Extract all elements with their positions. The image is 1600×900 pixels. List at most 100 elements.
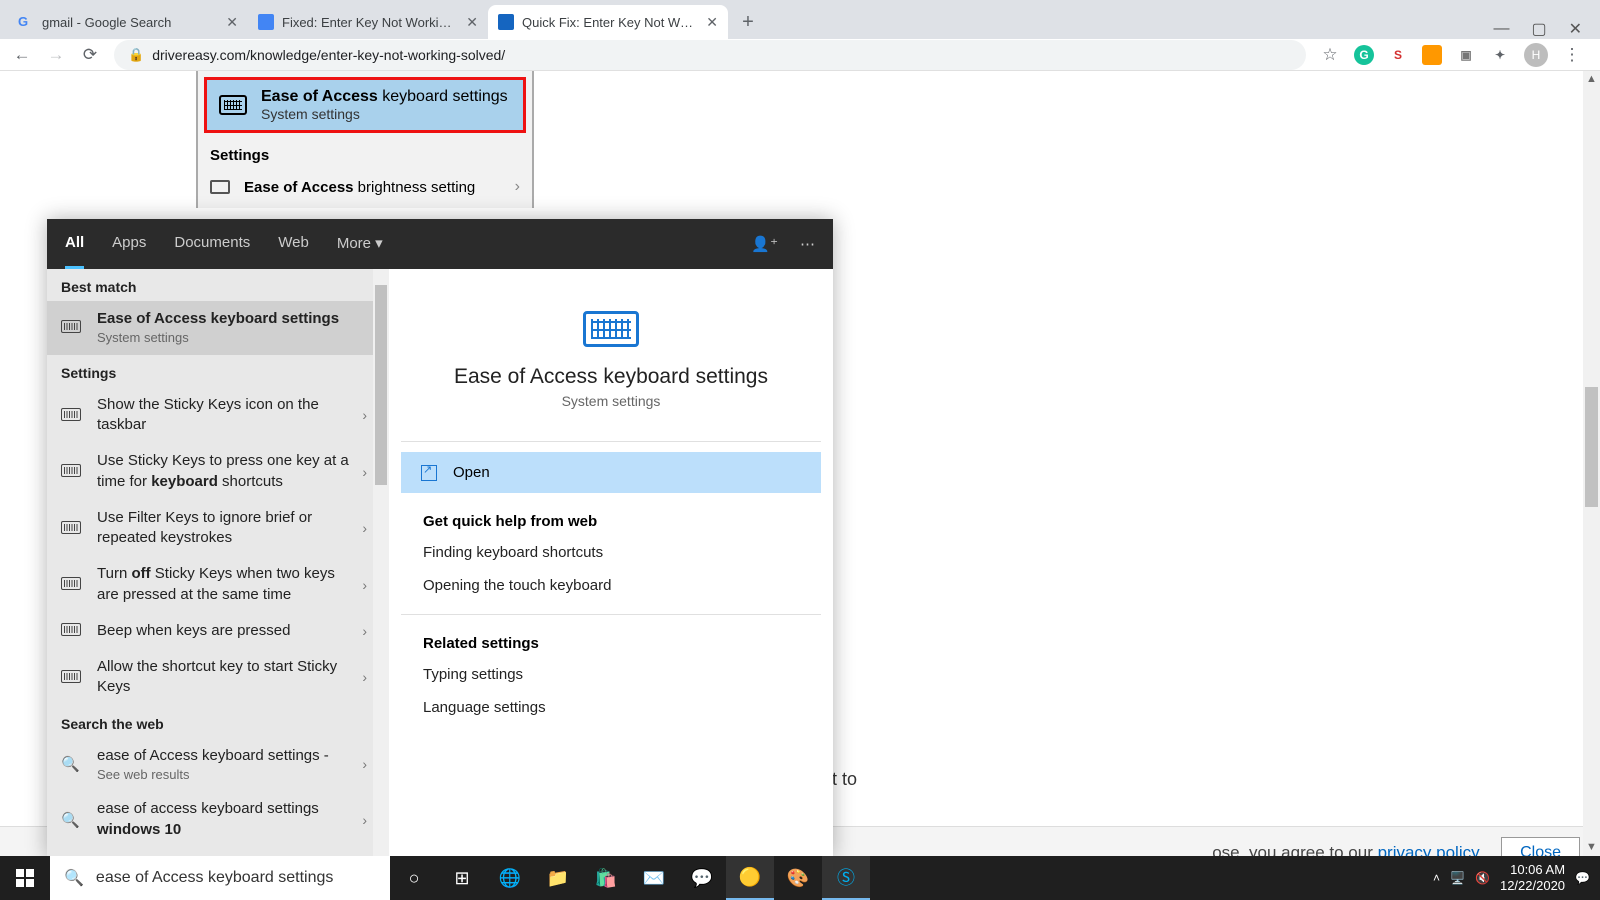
- clock[interactable]: 10:06 AM 12/22/2020: [1500, 862, 1565, 895]
- setting-item-3[interactable]: Turn off Sticky Keys when two keys are p…: [47, 556, 389, 613]
- result-title-rest: keyboard settings: [378, 88, 508, 105]
- highlighted-result: Ease of Access keyboard settings System …: [204, 77, 526, 133]
- filter-all[interactable]: All: [65, 219, 84, 269]
- best-match-item[interactable]: Ease of Access keyboard settings System …: [47, 301, 389, 355]
- feedback-icon[interactable]: 👤⁺: [751, 235, 778, 253]
- forward-icon[interactable]: →: [46, 45, 66, 65]
- ext-box-icon[interactable]: ▣: [1456, 45, 1476, 65]
- back-icon[interactable]: ←: [12, 45, 32, 65]
- taskbar: 🔍 ease of Access keyboard settings ○ ⊞ 🌐…: [0, 856, 1600, 900]
- setting-item-5[interactable]: Allow the shortcut key to start Sticky K…: [47, 649, 389, 706]
- setting-text: Beep when keys are pressed: [97, 621, 375, 641]
- setting-text: Allow the shortcut key to start Sticky K…: [97, 657, 375, 698]
- close-icon[interactable]: ✕: [706, 14, 718, 31]
- file-explorer-icon[interactable]: 📁: [534, 856, 582, 900]
- result-preview: Ease of Access keyboard settings System …: [389, 269, 833, 858]
- setting-text: Use Sticky Keys to press one key at a ti…: [97, 451, 375, 492]
- favicon-drivereasy: [498, 14, 514, 30]
- chevron-right-icon: ›: [362, 669, 367, 685]
- scroll-thumb[interactable]: [1585, 387, 1598, 507]
- chrome-icon[interactable]: 🟡: [726, 856, 774, 900]
- network-icon[interactable]: 🖥️: [1450, 871, 1465, 885]
- filter-documents[interactable]: Documents: [174, 219, 250, 269]
- results-list: Best match Ease of Access keyboard setti…: [47, 269, 389, 858]
- skype-icon[interactable]: Ⓢ: [822, 856, 870, 900]
- search-query-text: ease of Access keyboard settings: [96, 869, 333, 887]
- help-link-1[interactable]: Opening the touch keyboard: [401, 569, 821, 602]
- task-view-icon[interactable]: ⊞: [438, 856, 486, 900]
- extensions-icon[interactable]: ✦: [1490, 45, 1510, 65]
- filter-web[interactable]: Web: [278, 219, 309, 269]
- monitor-icon: [210, 180, 230, 194]
- chevron-right-icon: ›: [362, 623, 367, 639]
- start-button[interactable]: [0, 856, 50, 900]
- tab-docs[interactable]: Fixed: Enter Key Not Working On… ✕: [248, 5, 488, 39]
- taskbar-search-input[interactable]: 🔍 ease of Access keyboard settings: [50, 856, 390, 900]
- keyboard-icon: [219, 95, 247, 115]
- setting-text: Show the Sticky Keys icon on the taskbar: [97, 395, 375, 436]
- url-text: drivereasy.com/knowledge/enter-key-not-w…: [152, 47, 505, 63]
- menu-icon[interactable]: ⋮: [1562, 45, 1582, 65]
- row2-rest: brightness setting: [354, 179, 476, 196]
- keyboard-icon: [583, 311, 639, 347]
- window-controls: ― ▢ ✕: [1493, 19, 1600, 39]
- filter-apps[interactable]: Apps: [112, 219, 146, 269]
- store-icon[interactable]: 🛍️: [582, 856, 630, 900]
- scroll-up-icon[interactable]: ▲: [1583, 71, 1600, 88]
- chevron-right-icon: ›: [362, 520, 367, 536]
- new-tab-button[interactable]: +: [734, 8, 762, 36]
- tab-drivereasy[interactable]: Quick Fix: Enter Key Not Working… ✕: [488, 5, 728, 39]
- setting-item-0[interactable]: Show the Sticky Keys icon on the taskbar…: [47, 387, 389, 444]
- search-web-header: Search the web: [47, 706, 389, 738]
- omnibox[interactable]: 🔒 drivereasy.com/knowledge/enter-key-not…: [114, 40, 1306, 70]
- tray-expand-icon[interactable]: ˄: [1433, 871, 1440, 885]
- keyboard-icon: [61, 408, 81, 421]
- filter-more[interactable]: More ▾: [337, 219, 383, 269]
- open-button[interactable]: Open: [401, 452, 821, 493]
- taskbar-apps: ○ ⊞ 🌐 📁 🛍️ ✉️ 💬 🟡 🎨 Ⓢ: [390, 856, 870, 900]
- help-link-0[interactable]: Finding keyboard shortcuts: [401, 536, 821, 569]
- web-result-1[interactable]: 🔍ease of access keyboard settings window…: [47, 791, 389, 848]
- more-options-icon[interactable]: ⋯: [800, 235, 815, 253]
- chevron-right-icon: ›: [362, 577, 367, 593]
- close-window-icon[interactable]: ✕: [1569, 19, 1582, 39]
- close-icon[interactable]: ✕: [466, 14, 478, 31]
- scroll-down-icon[interactable]: ▼: [1583, 839, 1600, 856]
- preview-subtitle: System settings: [411, 393, 811, 409]
- scroll-thumb[interactable]: [375, 285, 387, 485]
- browser-chrome: G gmail - Google Search ✕ Fixed: Enter K…: [0, 0, 1600, 71]
- notifications-icon[interactable]: 💬: [1575, 871, 1590, 885]
- system-tray: ˄ 🖥️ 🔇 10:06 AM 12/22/2020 💬: [1423, 862, 1600, 895]
- open-label: Open: [453, 464, 490, 481]
- best-match-header: Best match: [47, 269, 389, 301]
- best-match-sub: System settings: [97, 329, 355, 347]
- tab-gmail[interactable]: G gmail - Google Search ✕: [8, 5, 248, 39]
- setting-item-4[interactable]: Beep when keys are pressed›: [47, 613, 389, 649]
- keyboard-icon: [61, 521, 81, 534]
- grammarly-icon[interactable]: G: [1354, 45, 1374, 65]
- reload-icon[interactable]: ⟳: [80, 45, 100, 65]
- related-link-1[interactable]: Language settings: [401, 691, 821, 724]
- mail-icon[interactable]: ✉️: [630, 856, 678, 900]
- star-icon[interactable]: ☆: [1320, 45, 1340, 65]
- page-scrollbar[interactable]: ▲ ▼: [1583, 71, 1600, 856]
- setting-item-2[interactable]: Use Filter Keys to ignore brief or repea…: [47, 500, 389, 557]
- cortana-icon[interactable]: ○: [390, 856, 438, 900]
- maximize-icon[interactable]: ▢: [1531, 19, 1546, 39]
- ext-bag-icon[interactable]: [1422, 45, 1442, 65]
- web-result-0[interactable]: 🔍ease of Access keyboard settings -See w…: [47, 738, 389, 792]
- profile-avatar[interactable]: H: [1524, 43, 1548, 67]
- chat-icon[interactable]: 💬: [678, 856, 726, 900]
- tab-title: gmail - Google Search: [42, 15, 218, 30]
- close-icon[interactable]: ✕: [226, 14, 238, 31]
- edge-icon[interactable]: 🌐: [486, 856, 534, 900]
- app-icon[interactable]: 🎨: [774, 856, 822, 900]
- ext-s-icon[interactable]: S: [1388, 45, 1408, 65]
- chevron-right-icon: ›: [362, 812, 367, 828]
- volume-icon[interactable]: 🔇: [1475, 871, 1490, 885]
- minimize-icon[interactable]: ―: [1493, 20, 1509, 38]
- results-scrollbar[interactable]: [373, 269, 389, 858]
- setting-item-1[interactable]: Use Sticky Keys to press one key at a ti…: [47, 443, 389, 500]
- chevron-right-icon: ›: [362, 756, 367, 772]
- related-link-0[interactable]: Typing settings: [401, 658, 821, 691]
